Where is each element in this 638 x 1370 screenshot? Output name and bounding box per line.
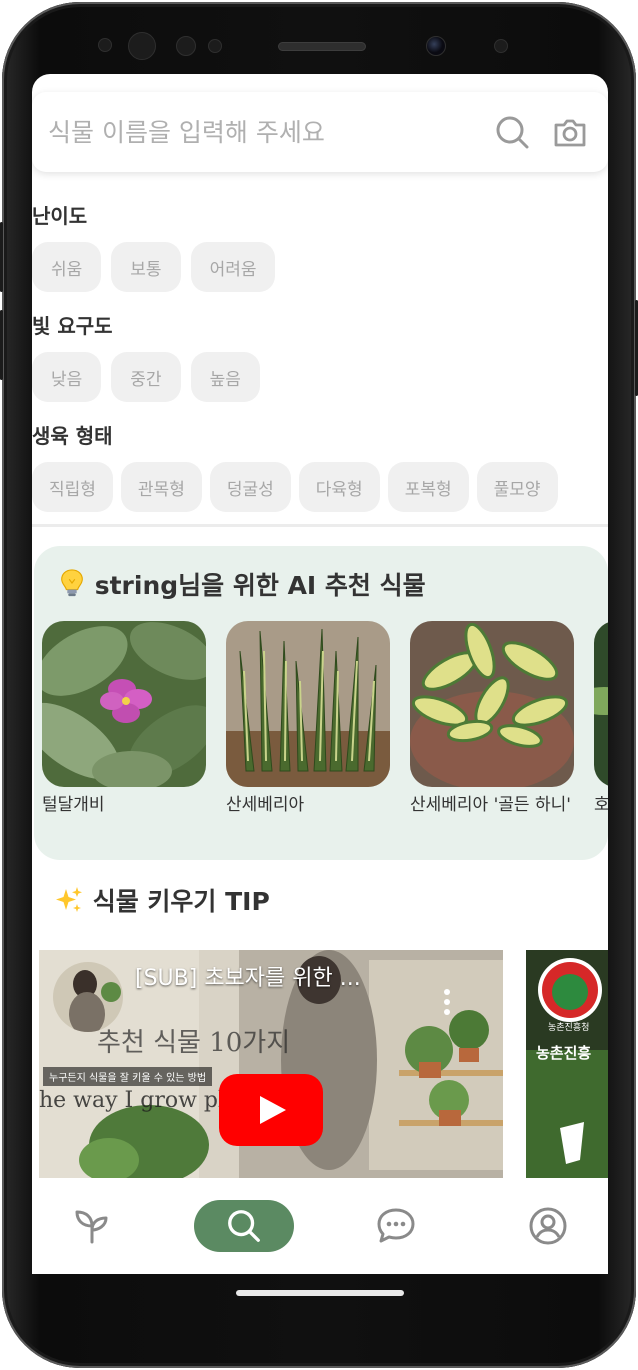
ai-title-text: 님을 위한 AI 추천 식물 — [178, 571, 426, 600]
bottom-navigation — [32, 1178, 608, 1274]
plant-name: 호 — [594, 795, 608, 815]
ai-recommendation-card: string님을 위한 AI 추천 식물 털달개비 산세베리아 산세베리아 '골… — [34, 546, 608, 860]
sensor — [208, 39, 222, 53]
light-filter-title: 빛 요구도 — [32, 314, 113, 338]
light-filter-options: 낮음 중간 높음 — [32, 352, 260, 402]
difficulty-filter-title: 난이도 — [32, 204, 88, 228]
search-icon — [228, 1210, 260, 1242]
sensor — [494, 39, 508, 53]
nav-chat-tab[interactable] — [366, 1200, 426, 1252]
growth-form-filter-title: 생육 형태 — [32, 424, 113, 448]
video-overlay-text: he way I grow pla — [39, 1088, 239, 1113]
growth-succulent-chip[interactable]: 다육형 — [298, 462, 380, 512]
light-high-chip[interactable]: 높음 — [190, 352, 260, 402]
nav-search-tab[interactable] — [194, 1200, 294, 1252]
light-low-chip[interactable]: 낮음 — [32, 352, 102, 402]
ai-recommendation-title: string님을 위한 AI 추천 식물 — [58, 566, 426, 602]
user-profile-icon — [529, 1207, 567, 1245]
video-card-2[interactable]: 농촌진흥청 농촌진흥 — [526, 950, 608, 1180]
plant-image-tradescantia — [42, 621, 206, 787]
plant-image — [594, 621, 608, 787]
plant-card-4[interactable]: 호 — [594, 621, 608, 818]
plant-image-sansevieria-golden-hahnii — [410, 621, 574, 787]
difficulty-easy-chip[interactable]: 쉬움 — [32, 242, 102, 292]
video-card-1[interactable]: [SUB] 초보자를 위한 ... 추천 식물 10가지 누구든지 식물을 잘 … — [39, 950, 503, 1180]
growth-form-filter-options: 직립형 관목형 덩굴성 다육형 포복형 풀모양 — [32, 462, 558, 512]
growth-shrub-chip[interactable]: 관목형 — [120, 462, 202, 512]
video-overlay-text: 농촌진흥 — [536, 1044, 592, 1062]
nav-profile-tab[interactable] — [518, 1200, 578, 1252]
video-thumbnail — [526, 950, 608, 1180]
chat-bubble-icon — [377, 1208, 415, 1243]
plant-card-1[interactable]: 털달개비 — [42, 621, 206, 818]
growth-vine-chip[interactable]: 덩굴성 — [209, 462, 291, 512]
growth-creeping-chip[interactable]: 포복형 — [387, 462, 469, 512]
front-camera — [426, 36, 446, 56]
channel-name: 농촌진흥청 — [548, 1023, 590, 1033]
sensor — [98, 38, 112, 52]
tip-section-title: 식물 키우기 TIP — [54, 882, 270, 918]
section-divider — [32, 524, 608, 527]
volume-button — [0, 222, 3, 292]
sparkles-icon — [56, 887, 82, 912]
growth-upright-chip[interactable]: 직립형 — [32, 462, 113, 512]
plant-name: 털달개비 — [42, 795, 105, 815]
camera-icon[interactable] — [552, 114, 588, 150]
home-indicator[interactable] — [236, 1290, 404, 1296]
plant-card-3[interactable]: 산세베리아 '골든 하니' — [410, 621, 574, 818]
light-medium-chip[interactable]: 중간 — [111, 352, 181, 402]
ai-username: string — [94, 571, 179, 600]
search-icon[interactable] — [494, 114, 530, 150]
plant-card-2[interactable]: 산세베리아 — [226, 621, 390, 818]
app-screen: 난이도 쉬움 보통 어려움 빛 요구도 낮음 중간 높음 생육 형태 직립형 관… — [32, 74, 608, 1274]
plant-image-sansevieria — [226, 621, 390, 787]
video-overlay-caption: 누구든지 식물을 잘 키울 수 있는 방법 — [43, 1067, 213, 1086]
search-input[interactable] — [48, 114, 488, 150]
sprout-icon — [75, 1210, 108, 1244]
more-options-icon[interactable] — [443, 988, 451, 1016]
lightbulb-icon — [61, 569, 83, 597]
tip-title-text: 식물 키우기 TIP — [92, 887, 270, 916]
sensor — [176, 36, 196, 56]
search-bar — [32, 92, 608, 172]
volume-button — [0, 310, 3, 380]
video-title: [SUB] 초보자를 위한 ... — [135, 966, 361, 991]
difficulty-filter-options: 쉬움 보통 어려움 — [32, 242, 276, 292]
difficulty-hard-chip[interactable]: 어려움 — [190, 242, 276, 292]
youtube-play-icon[interactable] — [219, 1074, 323, 1146]
sensor — [128, 32, 156, 60]
growth-grass-chip[interactable]: 풀모양 — [476, 462, 558, 512]
difficulty-normal-chip[interactable]: 보통 — [111, 242, 181, 292]
plant-name: 산세베리아 — [226, 795, 305, 815]
plant-name: 산세베리아 '골든 하니' — [410, 795, 571, 815]
speaker-grille — [278, 42, 366, 51]
nav-plants-tab[interactable] — [62, 1200, 122, 1252]
video-overlay-text: 추천 식물 10가지 — [97, 1028, 291, 1058]
